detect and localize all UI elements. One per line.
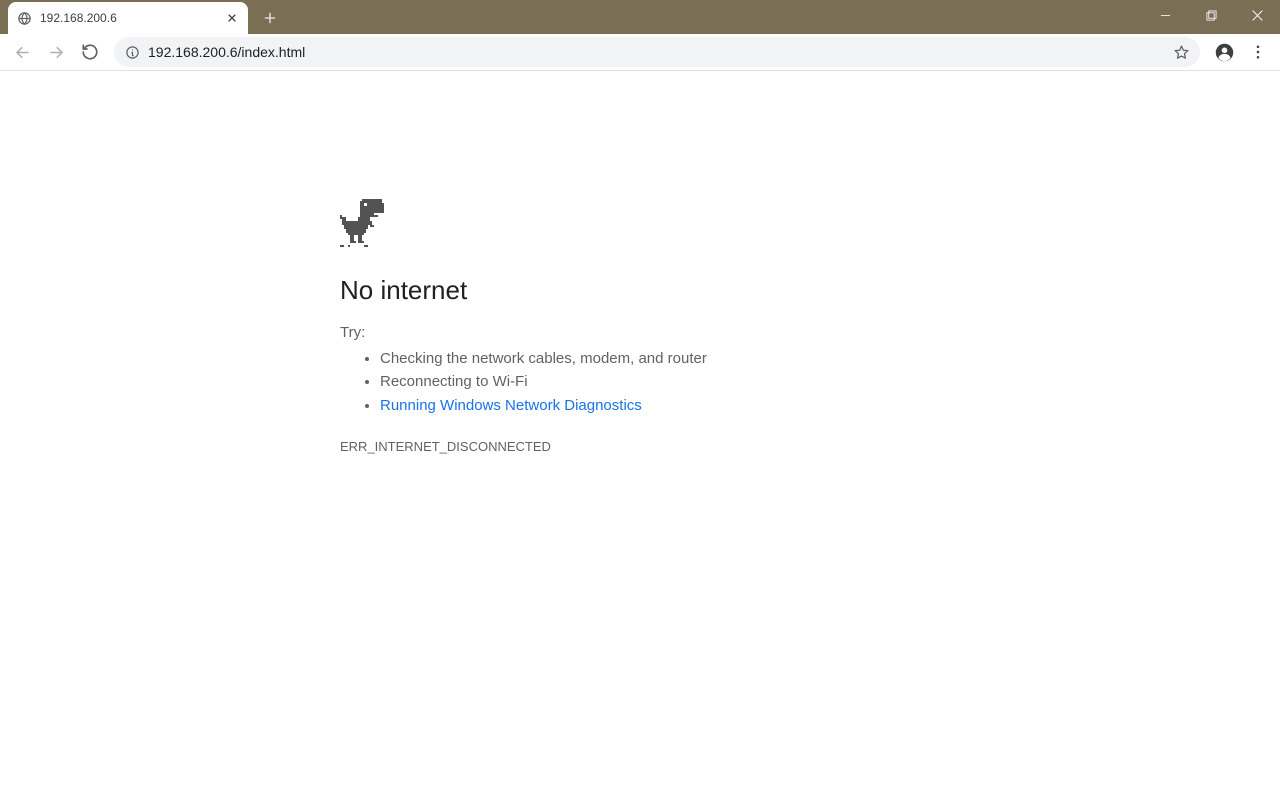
- suggestion-item: Checking the network cables, modem, and …: [380, 347, 940, 370]
- page-content: No internet Try: Checking the network ca…: [0, 71, 1280, 800]
- browser-tab[interactable]: 192.168.200.6: [8, 2, 248, 34]
- suggestion-item: Reconnecting to Wi-Fi: [380, 370, 940, 393]
- tab-strip: 192.168.200.6: [0, 0, 1280, 34]
- profile-button[interactable]: [1208, 36, 1240, 68]
- toolbar: 192.168.200.6/index.html: [0, 34, 1280, 71]
- close-tab-button[interactable]: [224, 10, 240, 26]
- window-controls: [1142, 0, 1280, 30]
- reload-button[interactable]: [74, 36, 106, 68]
- try-label: Try:: [340, 324, 940, 341]
- error-heading: No internet: [340, 275, 940, 306]
- chrome-menu-button[interactable]: [1242, 36, 1274, 68]
- tab-title: 192.168.200.6: [40, 11, 216, 25]
- maximize-button[interactable]: [1188, 0, 1234, 30]
- dino-icon[interactable]: [340, 199, 384, 247]
- offline-error-page: No internet Try: Checking the network ca…: [340, 199, 940, 454]
- network-diagnostics-link[interactable]: Running Windows Network Diagnostics: [380, 397, 642, 414]
- suggestion-item: Running Windows Network Diagnostics: [380, 394, 940, 417]
- url-text[interactable]: 192.168.200.6/index.html: [148, 44, 1164, 60]
- suggestions-list: Checking the network cables, modem, and …: [340, 347, 940, 417]
- minimize-button[interactable]: [1142, 0, 1188, 30]
- forward-button[interactable]: [40, 36, 72, 68]
- globe-icon: [16, 10, 32, 26]
- bookmark-star-icon[interactable]: [1172, 43, 1190, 61]
- address-bar[interactable]: 192.168.200.6/index.html: [114, 37, 1200, 67]
- error-code: ERR_INTERNET_DISCONNECTED: [340, 439, 940, 454]
- site-info-icon[interactable]: [124, 44, 140, 60]
- back-button[interactable]: [6, 36, 38, 68]
- new-tab-button[interactable]: [256, 4, 284, 32]
- close-window-button[interactable]: [1234, 0, 1280, 30]
